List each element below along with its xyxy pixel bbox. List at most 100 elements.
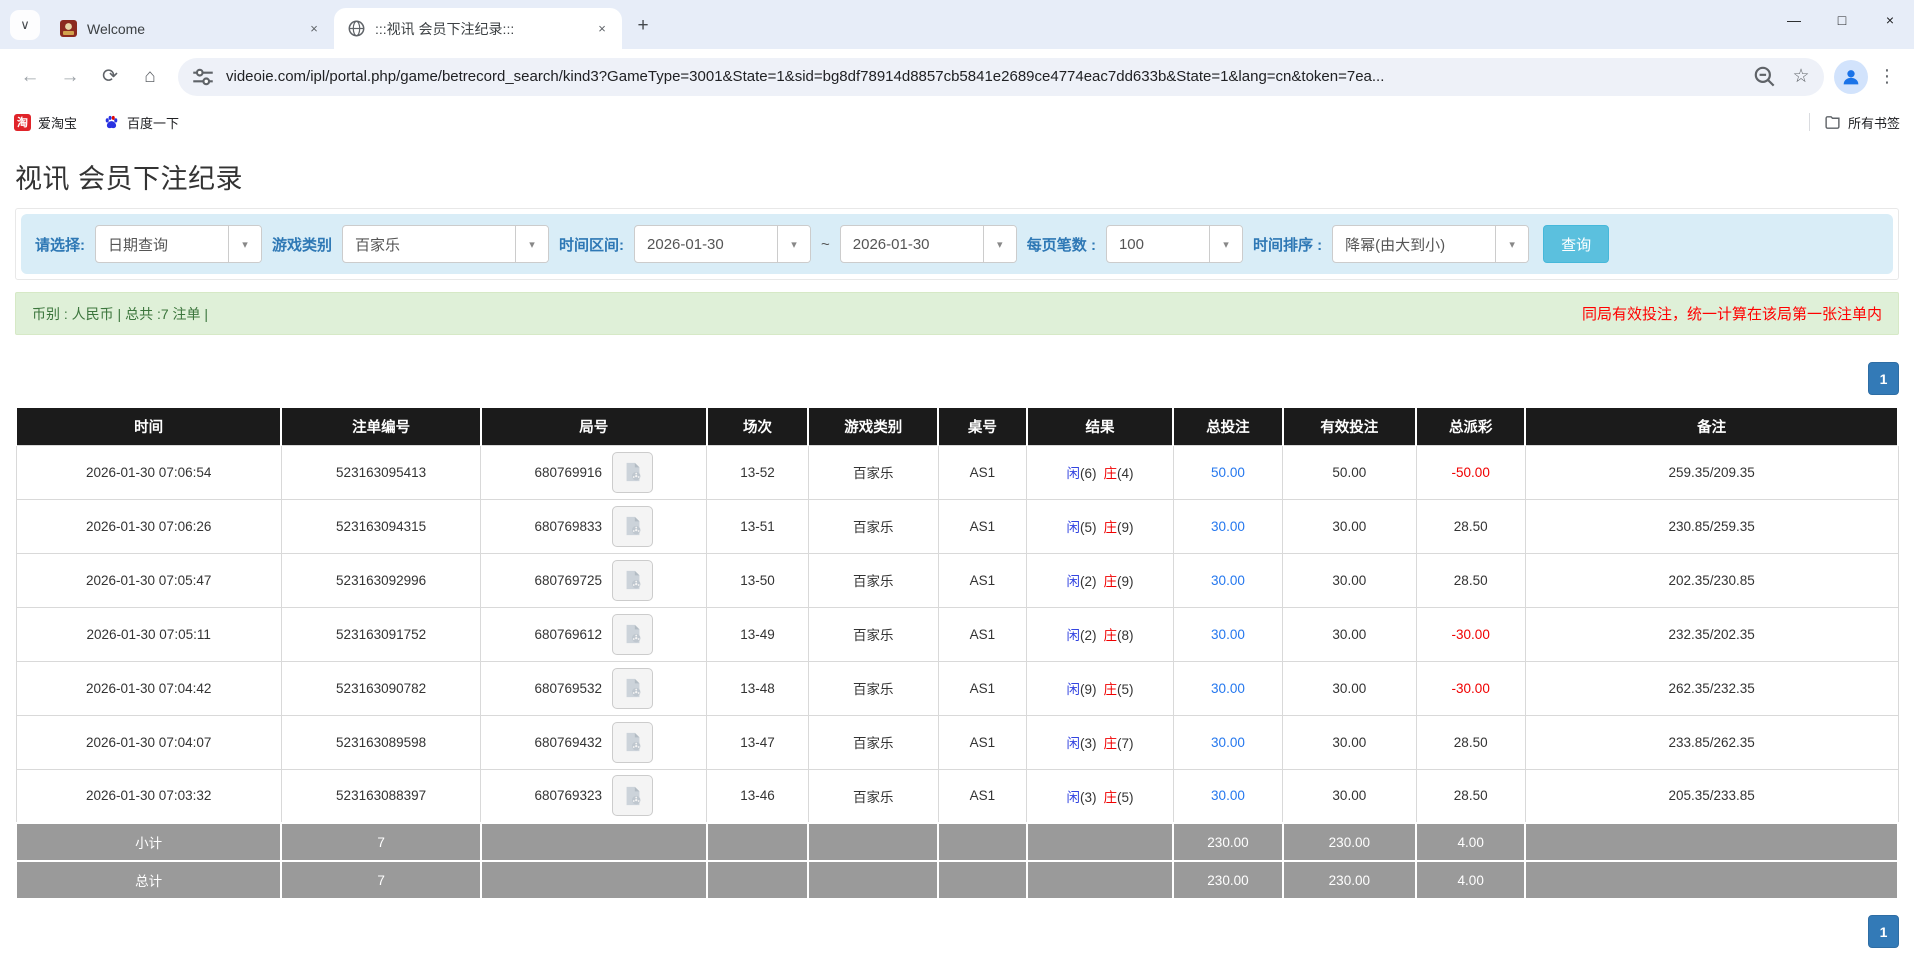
reload-icon[interactable]: ⟳: [92, 59, 128, 95]
maximize-icon[interactable]: □: [1818, 0, 1866, 40]
cell-total-bet-link[interactable]: 30.00: [1173, 607, 1282, 661]
banker-label: 庄: [1103, 790, 1117, 805]
summary-bar: 币别 : 人民币 | 总共 :7 注单 | 同局有效投注，统一计算在该局第一张注…: [15, 292, 1899, 335]
bookmark-taobao[interactable]: 淘 爱淘宝: [14, 113, 77, 132]
cell-remark: 262.35/232.35: [1525, 661, 1898, 715]
round-number: 680769833: [534, 519, 602, 534]
cell-round-number: 680769612: [481, 607, 707, 661]
bookmarks-divider: [1809, 113, 1810, 131]
page-title: 视讯 会员下注纪录: [15, 157, 1899, 196]
tab-search-button[interactable]: ∨: [10, 10, 40, 40]
filter-container: 请选择: 日期查询 ▾ 游戏类别 百家乐 ▾ 时间区间: 2026-01-30 …: [15, 208, 1899, 280]
page-content: 视讯 会员下注纪录 请选择: 日期查询 ▾ 游戏类别 百家乐 ▾ 时间区间: 2…: [0, 157, 1914, 948]
cell-session: 13-49: [707, 607, 809, 661]
cell-total-bet-link[interactable]: 30.00: [1173, 715, 1282, 769]
url-text[interactable]: videoie.com/ipl/portal.php/game/betrecor…: [226, 68, 1742, 85]
cell-bet-number: 523163092996: [281, 553, 480, 607]
query-type-select[interactable]: 日期查询 ▾: [95, 225, 262, 263]
cell-table-number: AS1: [938, 553, 1026, 607]
date-to-select[interactable]: 2026-01-30 ▾: [840, 225, 1017, 263]
profile-avatar[interactable]: [1834, 60, 1868, 94]
cell-round-number: 680769833: [481, 499, 707, 553]
cell-time: 2026-01-30 07:06:26: [16, 499, 281, 553]
game-type-select[interactable]: 百家乐 ▾: [342, 225, 549, 263]
cell-total-bet-link[interactable]: 30.00: [1173, 661, 1282, 715]
round-number: 680769916: [534, 465, 602, 480]
video-replay-button[interactable]: [612, 452, 653, 493]
site-settings-icon[interactable]: [190, 64, 216, 90]
date-from-select[interactable]: 2026-01-30 ▾: [634, 225, 811, 263]
cell-round-number: 680769432: [481, 715, 707, 769]
tab-betrecord[interactable]: :::视讯 会员下注纪录::: ×: [334, 8, 622, 49]
table-row: 2026-01-30 07:06:54 523163095413 6807699…: [16, 445, 1898, 499]
cell-game-type: 百家乐: [808, 607, 938, 661]
summary-total-bet: 230.00: [1173, 861, 1282, 899]
search-button[interactable]: 查询: [1543, 225, 1609, 263]
video-replay-button[interactable]: [612, 614, 653, 655]
cell-time: 2026-01-30 07:05:47: [16, 553, 281, 607]
cell-game-type: 百家乐: [808, 445, 938, 499]
cell-result: 闲(2)庄(9): [1027, 553, 1174, 607]
page-button[interactable]: 1: [1868, 362, 1899, 395]
minimize-icon[interactable]: —: [1770, 0, 1818, 40]
cell-bet-number: 523163088397: [281, 769, 480, 823]
cell-payout: 28.50: [1416, 553, 1525, 607]
summary-payout: 4.00: [1416, 861, 1525, 899]
close-tab-icon[interactable]: ×: [304, 19, 324, 39]
cell-table-number: AS1: [938, 661, 1026, 715]
cell-total-bet-link[interactable]: 30.00: [1173, 553, 1282, 607]
close-tab-icon[interactable]: ×: [592, 19, 612, 39]
cell-bet-number: 523163095413: [281, 445, 480, 499]
video-replay-button[interactable]: [612, 775, 653, 816]
new-tab-button[interactable]: +: [628, 11, 658, 41]
browser-menu-icon[interactable]: ⋮: [1872, 62, 1902, 92]
zoom-out-icon[interactable]: [1752, 64, 1778, 90]
all-bookmarks-label: 所有书签: [1848, 113, 1900, 132]
bookmark-baidu[interactable]: 百度一下: [103, 113, 179, 132]
column-header: 桌号: [938, 408, 1026, 445]
page-button[interactable]: 1: [1868, 915, 1899, 948]
cell-total-bet-link[interactable]: 30.00: [1173, 499, 1282, 553]
caret-down-icon: ▾: [777, 226, 810, 262]
video-replay-button[interactable]: [612, 722, 653, 763]
cell-remark: 233.85/262.35: [1525, 715, 1898, 769]
cell-session: 13-51: [707, 499, 809, 553]
cell-payout: -30.00: [1416, 661, 1525, 715]
video-replay-button[interactable]: [612, 560, 653, 601]
back-icon[interactable]: ←: [12, 59, 48, 95]
page-size-select[interactable]: 100 ▾: [1106, 225, 1243, 263]
cell-total-bet-link[interactable]: 30.00: [1173, 769, 1282, 823]
player-label: 闲: [1066, 628, 1080, 643]
url-bar[interactable]: videoie.com/ipl/portal.php/game/betrecor…: [178, 58, 1824, 96]
cell-bet-number: 523163089598: [281, 715, 480, 769]
close-icon[interactable]: ×: [1866, 0, 1914, 40]
home-icon[interactable]: ⌂: [132, 59, 168, 95]
cell-game-type: 百家乐: [808, 769, 938, 823]
cell-result: 闲(9)庄(5): [1027, 661, 1174, 715]
forward-icon[interactable]: →: [52, 59, 88, 95]
cell-session: 13-50: [707, 553, 809, 607]
column-header: 总投注: [1173, 408, 1282, 445]
folder-icon: [1824, 114, 1841, 131]
cell-remark: 205.35/233.85: [1525, 769, 1898, 823]
browser-toolbar: ← → ⟳ ⌂ videoie.com/ipl/portal.php/game/…: [0, 49, 1914, 104]
video-replay-button[interactable]: [612, 668, 653, 709]
window-controls: — □ ×: [1770, 0, 1914, 40]
game-type-value: 百家乐: [343, 226, 515, 262]
cell-table-number: AS1: [938, 499, 1026, 553]
tab-welcome[interactable]: Welcome ×: [46, 8, 334, 49]
cell-bet-number: 523163094315: [281, 499, 480, 553]
summary-note: 同局有效投注，统一计算在该局第一张注单内: [1582, 303, 1882, 324]
taobao-icon: 淘: [14, 114, 31, 131]
cell-remark: 202.35/230.85: [1525, 553, 1898, 607]
pagination-top: 1: [15, 362, 1899, 395]
date-to-value: 2026-01-30: [841, 226, 983, 262]
bookmark-star-icon[interactable]: ☆: [1788, 64, 1814, 90]
all-bookmarks-button[interactable]: 所有书签: [1824, 113, 1900, 132]
sort-select[interactable]: 降幂(由大到小) ▾: [1332, 225, 1529, 263]
cell-table-number: AS1: [938, 715, 1026, 769]
cell-result: 闲(3)庄(7): [1027, 715, 1174, 769]
cell-total-bet-link[interactable]: 50.00: [1173, 445, 1282, 499]
video-replay-button[interactable]: [612, 506, 653, 547]
date-range-label: 时间区间:: [559, 234, 624, 255]
